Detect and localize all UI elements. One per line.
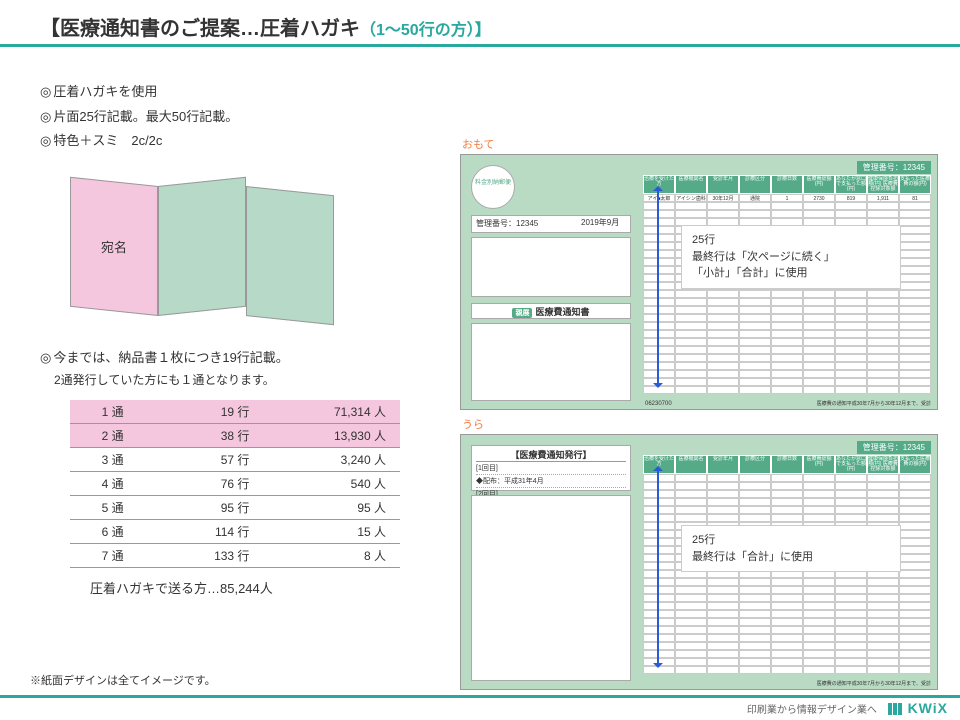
footnote-back: 医療費の通知平成30年7月から30年12月まで、受診 [817,680,931,687]
back-label: うら [462,416,940,432]
callout-front: 25行 最終行は「次ページに続く」 「小計」「合計」に使用 [681,225,901,289]
summary-line: 圧着ハガキで送る方…85,244人 [90,578,420,597]
arrow-back [657,469,659,665]
notice-title: 親展医療費通知書 [471,303,631,319]
callout-back: 25行 最終行は「合計」に使用 [681,525,901,572]
footer: 印刷業から情報デザイン業へ KWiX [747,700,948,716]
body-box [471,323,631,401]
postage-stamp: 料金別納郵便 [471,165,515,209]
issue-box: 【医療費通知発行】 [1回目] ◆配布：平成31年4月 [2回目] ◆配布：平成… [471,445,631,491]
body-box-back [471,495,631,681]
mgmt-number-back: 管理番号：12345 [857,441,931,454]
disclaimer: ※紙面デザインは全てイメージです。 [30,672,216,688]
note-block: 今までは、納品書１枚につき19行記載。 2通発行していた方にも１通となります。 [40,346,420,390]
front-label: おもて [462,136,940,152]
bullet-1: 圧着ハガキを使用 [40,80,420,105]
mgmt-number-top: 管理番号：12345 [857,161,931,174]
sheet-back: 管理番号：12345 【医療費通知発行】 [1回目] ◆配布：平成31年4月 [… [460,434,938,690]
code-front: 06230700 [645,401,672,407]
divider-top [0,44,960,47]
divider-bottom [0,695,960,698]
arrow-front [657,189,659,385]
address-box [471,237,631,297]
trifold-illustration: 宛名 [70,166,420,336]
bullet-3: 特色＋スミ 2c/2c [40,129,420,154]
footnote-front: 医療費の通知平成30年7月から30年12月まで、受診 [817,400,931,407]
sheet-front: 管理番号：12345 料金別納郵便 管理番号：12345 2019年9月 親展医… [460,154,938,410]
bullet-2: 片面25行記載。最大50行記載。 [40,105,420,130]
sheet-date: 2019年9月 [581,217,619,228]
page-title: 【医療通知書のご提案…圧着ハガキ（1～50行の方）】 [40,12,491,41]
logo: KWiX [888,700,948,716]
distribution-table: 1 通19 行71,314 人2 通38 行13,930 人3 通57 行3,2… [70,400,400,568]
